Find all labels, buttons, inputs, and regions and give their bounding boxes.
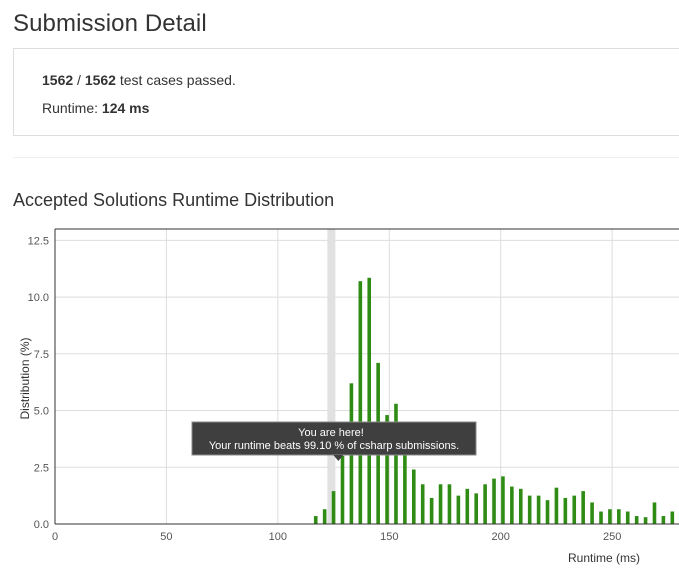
runtime-highlight-band	[327, 229, 336, 524]
runtime-label: Runtime:	[42, 100, 102, 116]
distribution-bar[interactable]	[447, 484, 452, 524]
distribution-bar[interactable]	[510, 486, 514, 524]
distribution-bar[interactable]	[358, 281, 363, 524]
runtime-tooltip: You are here! Your runtime beats 99.10 %…	[191, 421, 477, 461]
y-tick-label: 12.5	[28, 235, 49, 247]
distribution-bar[interactable]	[420, 484, 425, 524]
passed-suffix: test cases passed.	[115, 72, 236, 88]
y-tick-label: 7.5	[34, 349, 49, 361]
distribution-bar[interactable]	[456, 495, 461, 524]
y-tick-label: 0.0	[34, 519, 49, 531]
distribution-bar[interactable]	[670, 511, 675, 524]
x-tick-label: 200	[492, 531, 510, 543]
chart-grid	[55, 229, 679, 524]
distribution-bar[interactable]	[412, 469, 416, 524]
distribution-bar[interactable]	[501, 476, 505, 524]
distribution-bar[interactable]	[599, 511, 603, 524]
distribution-bar[interactable]	[465, 488, 470, 524]
distribution-bar[interactable]	[322, 509, 327, 524]
distribution-bar[interactable]	[652, 502, 657, 524]
distribution-bar[interactable]	[572, 495, 577, 524]
distribution-bar[interactable]	[608, 509, 612, 524]
distribution-bar[interactable]	[536, 495, 541, 524]
distribution-bar[interactable]	[331, 491, 336, 524]
x-axis-title: Runtime (ms)	[568, 551, 640, 565]
distribution-bar[interactable]	[492, 478, 496, 524]
distribution-bar[interactable]	[367, 277, 372, 524]
x-tick-label: 50	[160, 531, 172, 543]
runtime-line: Runtime: 124 ms	[42, 100, 149, 116]
x-tick-label: 0	[52, 531, 58, 543]
distribution-bar[interactable]	[625, 511, 630, 524]
chart-ticks: 0.0 2.5 5.0 7.5 10.0 12.5 0 50 100 150 200 250	[28, 235, 622, 543]
distribution-bar[interactable]	[554, 487, 559, 524]
chart-bars	[313, 277, 675, 524]
test-cases-line: 1562 / 1562 test cases passed.	[42, 72, 236, 88]
page-title: Submission Detail	[13, 10, 207, 37]
distribution-bar[interactable]	[617, 509, 621, 524]
x-tick-label: 250	[603, 531, 621, 543]
x-tick-label: 100	[269, 531, 287, 543]
y-tick-label: 5.0	[34, 406, 49, 418]
distribution-bar[interactable]	[581, 491, 585, 524]
passed-count: 1562	[42, 72, 74, 88]
count-separator: /	[73, 72, 85, 88]
distribution-bar[interactable]	[643, 517, 648, 524]
distribution-bar[interactable]	[527, 495, 532, 524]
distribution-bar[interactable]	[429, 497, 434, 524]
distribution-bar[interactable]	[590, 502, 594, 524]
y-tick-label: 2.5	[34, 462, 49, 474]
runtime-distribution-chart: 0.0 2.5 5.0 7.5 10.0 12.5 0 50 100 150 200 250 Dist…	[18, 228, 679, 565]
chart-axes	[54, 228, 679, 525]
section-title: Accepted Solutions Runtime Distribution	[13, 190, 335, 210]
y-tick-label: 10.0	[28, 292, 49, 304]
runtime-value: 124 ms	[101, 100, 150, 116]
distribution-bar[interactable]	[340, 455, 345, 524]
total-count: 1562	[84, 72, 116, 88]
tooltip-line-2: Your runtime beats 99.10 % of csharp sub…	[209, 440, 459, 452]
highlight-layer	[327, 229, 336, 524]
y-axis-title: Distribution (%)	[18, 337, 32, 419]
submission-summary-panel: 1562 / 1562 test cases passed. Runtime: …	[13, 48, 679, 136]
distribution-bar[interactable]	[545, 500, 550, 524]
distribution-bar[interactable]	[483, 484, 487, 524]
distribution-bar[interactable]	[563, 497, 568, 524]
tooltip-line-1: You are here!	[298, 427, 364, 439]
distribution-bar[interactable]	[634, 516, 639, 524]
distribution-bar[interactable]	[661, 516, 666, 524]
section-divider	[13, 157, 679, 158]
distribution-bar[interactable]	[518, 488, 523, 524]
distribution-bar[interactable]	[438, 484, 443, 524]
distribution-bar[interactable]	[474, 493, 478, 524]
distribution-bar[interactable]	[313, 516, 318, 524]
x-tick-label: 150	[380, 531, 398, 543]
